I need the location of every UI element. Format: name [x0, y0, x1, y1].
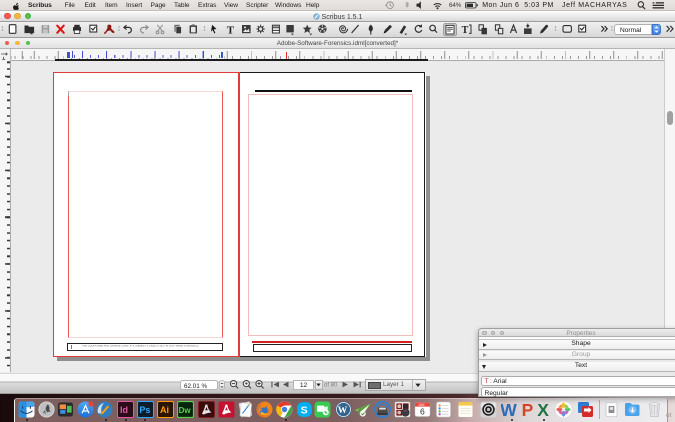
svg-text:T: T	[462, 25, 469, 36]
svg-text:T: T	[227, 24, 235, 36]
svg-text:of 80: of 80	[324, 383, 338, 389]
